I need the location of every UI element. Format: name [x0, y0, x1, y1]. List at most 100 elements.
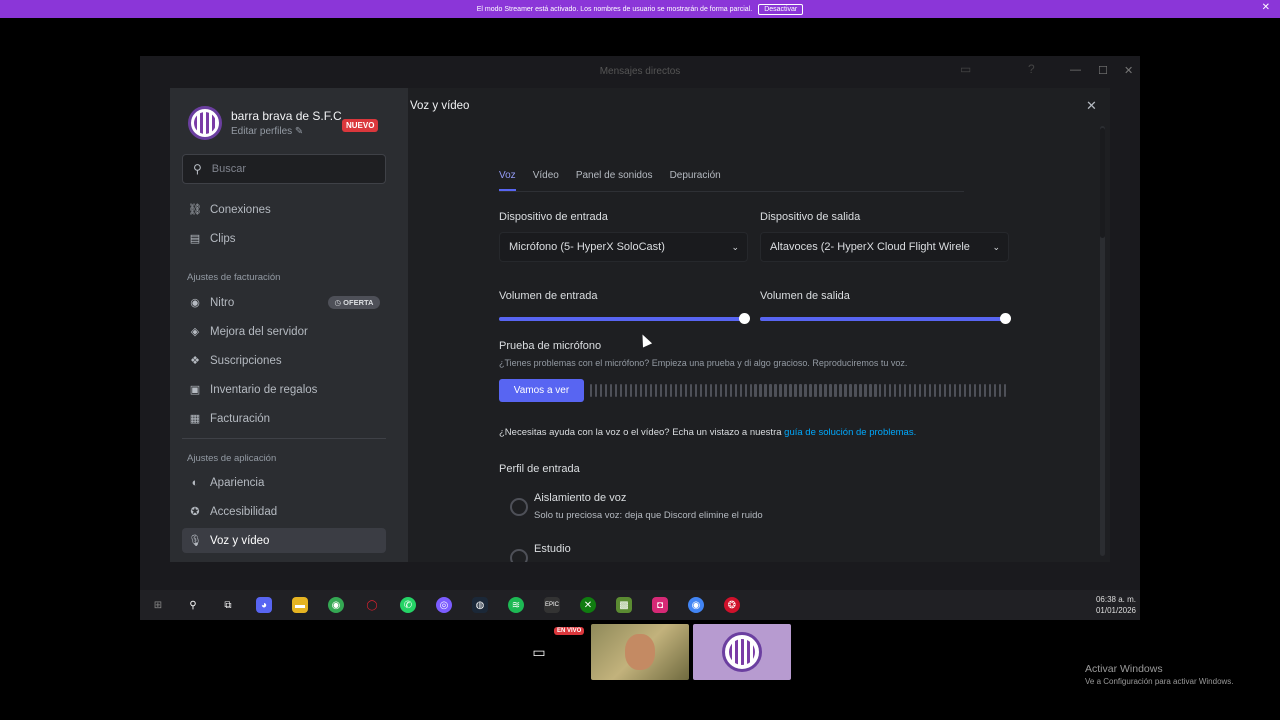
- user-face-image: [625, 634, 655, 670]
- search-input[interactable]: ⚲ Buscar: [182, 154, 386, 184]
- meter-bar: [684, 384, 688, 397]
- app-icon[interactable]: ◎: [436, 597, 452, 613]
- slider-handle[interactable]: [739, 313, 750, 324]
- meter-bar: [759, 384, 762, 397]
- settings-sidebar: barra brava de S.F.C Editar perfiles ✎ N…: [170, 88, 398, 562]
- input-volume-slider[interactable]: [499, 313, 750, 324]
- pencil-icon: ✎: [294, 126, 304, 137]
- slider-fill: [760, 317, 1005, 321]
- slider-handle[interactable]: [1000, 313, 1011, 324]
- chevron-down-icon: ⌄: [992, 241, 1000, 252]
- sidebar-item-gift-inventory[interactable]: ▣ Inventario de regalos: [182, 377, 386, 402]
- inbox-icon[interactable]: ▭: [960, 62, 971, 76]
- meter-bar: [729, 384, 732, 397]
- minimize-icon[interactable]: —: [1070, 64, 1081, 76]
- meter-bar: [744, 384, 747, 397]
- xbox-icon[interactable]: ✕: [580, 597, 596, 613]
- output-device-label: Dispositivo de salida: [760, 211, 861, 223]
- subscriptions-icon: ❖: [190, 355, 200, 367]
- spotify-icon[interactable]: ≋: [508, 597, 524, 613]
- meter-bar: [724, 384, 727, 397]
- close-window-icon[interactable]: ✕: [1124, 64, 1133, 77]
- mic-level-meter: [590, 384, 1012, 397]
- file-explorer-icon[interactable]: ▬: [292, 597, 308, 613]
- search-icon[interactable]: ⚲: [185, 597, 201, 613]
- output-device-select[interactable]: Altavoces (2- HyperX Cloud Flight Wirele…: [760, 232, 1009, 262]
- meter-bar: [824, 384, 827, 397]
- tab-soundboard[interactable]: Panel de sonidos: [576, 170, 653, 191]
- meter-bar: [943, 384, 947, 397]
- meter-bar: [644, 384, 648, 397]
- tab-voz[interactable]: Voz: [499, 170, 516, 191]
- troubleshooting-link[interactable]: guía de solución de problemas.: [784, 427, 916, 438]
- profile-name: barra brava de S.F.C: [231, 109, 342, 123]
- sidebar-item-label: Suscripciones: [210, 354, 282, 367]
- task-view-icon[interactable]: ⧉: [220, 597, 236, 613]
- microphone-icon: 🎙: [188, 535, 202, 547]
- sidebar-item-subscriptions[interactable]: ❖ Suscripciones: [182, 348, 386, 373]
- radio-studio[interactable]: [510, 549, 528, 562]
- meter-bar: [814, 384, 817, 397]
- meter-bar: [889, 384, 892, 397]
- meter-bar: [704, 384, 708, 397]
- sidebar-item-accessibility[interactable]: ✪ Accesibilidad: [182, 499, 386, 524]
- epic-games-icon[interactable]: EPIC: [544, 597, 560, 613]
- meter-bar: [694, 384, 698, 397]
- whatsapp-icon[interactable]: ✆: [400, 597, 416, 613]
- meter-bar: [784, 384, 787, 397]
- meter-bar: [634, 384, 638, 397]
- clock-time: 06:38 a. m.: [1095, 595, 1136, 604]
- meter-bar: [988, 384, 992, 397]
- meter-bar: [779, 384, 782, 397]
- mic-test-title: Prueba de micrófono: [499, 340, 602, 352]
- profile-header[interactable]: barra brava de S.F.C Editar perfiles ✎: [188, 106, 342, 140]
- meter-bar: [983, 384, 987, 397]
- camera-thumbnail[interactable]: [591, 624, 689, 680]
- input-profile-title: Perfil de entrada: [499, 463, 580, 475]
- scrollbar-thumb[interactable]: [1100, 128, 1105, 238]
- help-icon[interactable]: ?: [1028, 62, 1035, 76]
- chrome-profile-icon[interactable]: ◉: [688, 597, 704, 613]
- new-badge: NUEVO: [342, 119, 379, 132]
- sidebar-item-appearance[interactable]: ◐ Apariencia: [182, 470, 386, 495]
- discord-icon[interactable]: ◕: [256, 597, 272, 613]
- mic-test-button[interactable]: Vamos a ver: [499, 379, 584, 402]
- meter-bar: [958, 384, 962, 397]
- sidebar-item-voice-video[interactable]: 🎙 Voz y vídeo: [182, 528, 386, 553]
- edit-profiles-link[interactable]: Editar perfiles ✎: [231, 126, 303, 137]
- input-device-select[interactable]: Micrófono (5- HyperX SoloCast) ⌄: [499, 232, 748, 262]
- sidebar-item-billing[interactable]: ▦ Facturación: [182, 406, 386, 431]
- avatar: [188, 106, 222, 140]
- tab-video[interactable]: Vídeo: [533, 170, 559, 191]
- start-icon[interactable]: ⊞: [150, 597, 166, 613]
- page-title: Voz y vídeo: [410, 100, 470, 112]
- sidebar-item-label: Mejora del servidor: [210, 325, 308, 338]
- billing-section-header: Ajustes de facturación: [187, 272, 281, 283]
- minecraft-icon[interactable]: ▩: [616, 597, 632, 613]
- sidebar-item-clips[interactable]: ▤ Clips: [182, 226, 386, 251]
- banner-close-icon[interactable]: ✕: [1262, 2, 1270, 13]
- meter-bar: [973, 384, 977, 397]
- slider-fill: [499, 317, 744, 321]
- steam-icon[interactable]: ◍: [472, 597, 488, 613]
- meter-bar: [669, 384, 673, 397]
- app-red-icon[interactable]: ❂: [724, 597, 740, 613]
- streamer-mode-banner: El modo Streamer está activado. Los nomb…: [0, 0, 1280, 18]
- chrome-icon[interactable]: ◉: [328, 597, 344, 613]
- tab-debug[interactable]: Depuración: [670, 170, 721, 191]
- opera-icon[interactable]: ◯: [364, 597, 380, 613]
- sidebar-item-conexiones[interactable]: ⛓ Conexiones: [182, 197, 386, 222]
- deactivate-button[interactable]: Desactivar: [758, 3, 804, 15]
- close-icon[interactable]: ✕: [1086, 98, 1097, 114]
- meter-bar: [649, 384, 653, 397]
- user-avatar-thumbnail[interactable]: [693, 624, 791, 680]
- radio-voice-isolation[interactable]: [510, 498, 528, 516]
- instagram-icon[interactable]: ◘: [652, 597, 668, 613]
- output-volume-slider[interactable]: [760, 313, 1011, 324]
- sidebar-item-server-boost[interactable]: ◈ Mejora del servidor: [182, 319, 386, 344]
- meter-bar: [629, 384, 633, 397]
- meter-bar: [754, 384, 757, 397]
- taskbar-clock[interactable]: 06:38 a. m. 01/01/2026: [1096, 594, 1136, 616]
- meter-bar: [619, 384, 623, 397]
- maximize-icon[interactable]: ☐: [1098, 64, 1108, 77]
